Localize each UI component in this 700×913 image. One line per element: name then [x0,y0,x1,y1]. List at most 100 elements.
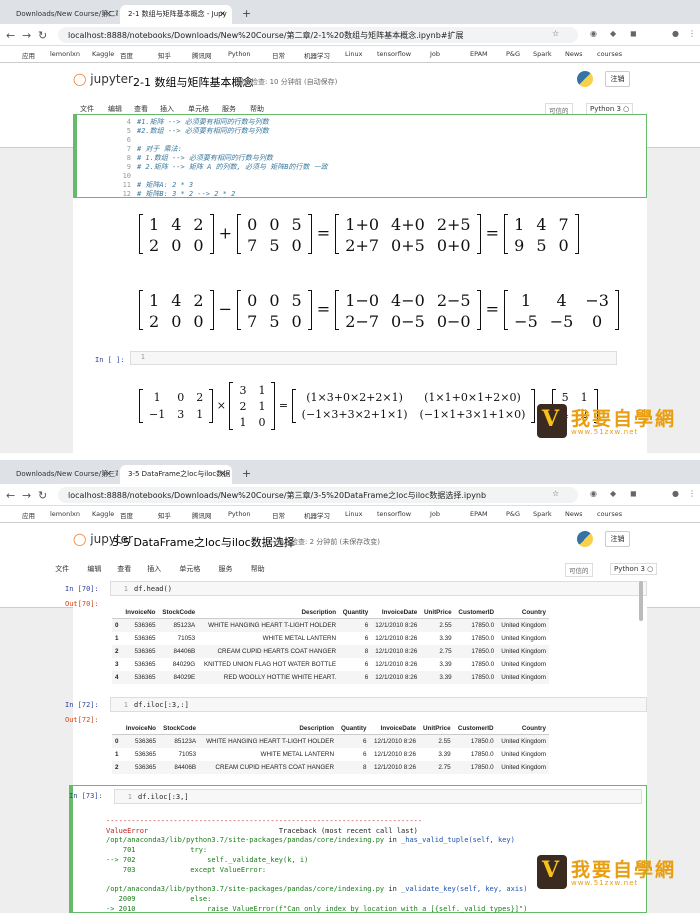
bookmark-item[interactable]: EPAM [470,510,488,518]
close-icon[interactable]: × [219,9,226,18]
bookmark-item[interactable]: Job [430,510,440,518]
menu-item[interactable]: 文件 [80,104,94,114]
table-cell: 8 [337,761,370,774]
url-field[interactable]: localhost:8888/notebooks/Downloads/New%2… [58,27,578,43]
profile-icon[interactable]: ● [672,29,679,38]
cell-prompt-in: In [70]: [65,585,99,593]
reload-icon[interactable]: ↻ [38,489,47,502]
bookmark-item[interactable]: tensorflow [377,50,411,58]
code-cell-head[interactable]: 1 df.head() [110,581,647,596]
bookmark-item[interactable]: 知乎 [158,510,171,520]
extension-icon[interactable]: ◼ [630,29,637,38]
back-icon[interactable]: ← [6,489,15,502]
bookmark-item[interactable]: 应用 [22,510,35,520]
bookmark-item[interactable]: 知乎 [158,50,171,60]
star-icon[interactable]: ☆ [552,29,559,38]
table-cell: 2 [112,761,122,774]
notebook-title[interactable]: 2-1 数组与矩阵基本概念 [133,74,253,90]
code-line: 5 #2.数组 --> 必须要有相同的行数与列数 [126,127,269,135]
close-icon[interactable]: × [219,469,226,478]
back-icon[interactable]: ← [6,29,15,42]
bookmark-item[interactable]: 机器学习 [304,50,330,60]
dataframe-output-head: InvoiceNo StockCode Description Quantity Inv… [112,607,549,684]
menu-item[interactable]: 帮助 [251,564,265,574]
bookmark-item[interactable]: News [565,510,583,518]
menu-item[interactable]: 查看 [134,104,148,114]
close-icon[interactable]: × [105,469,112,478]
browser-tab-downloads[interactable]: Downloads/New Course/第三章/× [8,465,118,484]
bookmark-item[interactable]: Job [430,50,440,58]
bookmark-item[interactable]: lemonlxn [50,50,80,58]
extension-icon[interactable]: ◉ [590,29,597,38]
column-header: Country [496,723,549,735]
logout-button[interactable]: 注销 [605,531,630,547]
browser-tab-downloads[interactable]: Downloads/New Course/第二章 × [8,5,118,24]
bookmark-item[interactable]: Linux [345,510,363,518]
bookmark-item[interactable]: 日常 [272,50,285,60]
bookmark-item[interactable]: 机器学习 [304,510,330,520]
jupyter-logo[interactable]: ◯ jupyter [73,72,133,86]
bookmark-item[interactable]: Linux [345,50,363,58]
bookmark-item[interactable]: lemonlxn [50,510,80,518]
bookmark-item[interactable]: 百度 [120,50,133,60]
menu-item[interactable]: 插入 [147,564,161,574]
new-tab-icon[interactable]: + [242,7,251,20]
profile-icon[interactable]: ● [672,489,679,498]
menu-item[interactable]: 查看 [117,564,131,574]
logout-button[interactable]: 注销 [605,71,630,87]
code-cell-iloc[interactable]: 1 df.iloc[:3,:] [110,697,647,712]
browser-tab-notebook[interactable]: 3-5 DataFrame之loc与iloc数据 × [120,465,232,484]
bookmark-item[interactable]: 应用 [22,50,35,60]
table-cell: 6 [364,635,369,642]
bookmark-item[interactable]: 百度 [120,510,133,520]
bookmark-item[interactable]: Python [228,510,251,518]
menu-item[interactable]: 文件 [55,564,69,574]
code-editor[interactable]: 4 #1.矩阵 --> 必须要有相同的行数与列数 5 #2.数组 --> 必须要有相同… [117,118,328,199]
star-icon[interactable]: ☆ [552,489,559,498]
bookmark-item[interactable]: Python [228,50,251,58]
bookmark-item[interactable]: EPAM [470,50,488,58]
bookmark-item[interactable]: Spark [533,510,552,518]
extension-icon[interactable]: ◆ [610,29,616,38]
menu-item[interactable]: 服务 [219,564,233,574]
bookmark-item[interactable]: courses [597,50,622,58]
close-icon[interactable]: × [105,9,112,18]
extension-icon[interactable]: ◉ [590,489,597,498]
bookmark-item[interactable]: News [565,50,583,58]
scrollbar[interactable] [639,581,643,621]
menu-item[interactable]: 服务 [222,104,236,114]
empty-code-cell[interactable]: 1 [130,351,617,365]
menu-item[interactable]: 编辑 [87,564,101,574]
bookmark-item[interactable]: P&G [506,50,520,58]
bookmark-item[interactable]: 日常 [272,510,285,520]
bookmark-item[interactable]: Kaggle [92,510,114,518]
kernel-indicator[interactable]: Python 3 ○ [610,563,658,575]
trusted-badge[interactable]: 可信的 [565,563,593,577]
notebook-title[interactable]: 3-5 DataFrame之loc与iloc数据选择 [112,534,295,550]
menu-item[interactable]: 帮助 [250,104,264,114]
bookmark-item[interactable]: 腾讯网 [192,50,212,60]
reload-icon[interactable]: ↻ [38,29,47,42]
more-icon[interactable]: ⋮ [688,489,696,498]
bookmark-item[interactable]: 腾讯网 [192,510,212,520]
bookmark-item[interactable]: courses [597,510,622,518]
menu-item[interactable]: 编辑 [108,104,122,114]
url-field[interactable]: localhost:8888/notebooks/Downloads/New%2… [58,487,578,503]
forward-icon[interactable]: → [22,29,31,42]
menu-item[interactable]: 单元格 [188,104,209,114]
menu-item[interactable]: 插入 [160,104,174,114]
browser-tab-notebook[interactable]: 2-1 数组与矩阵基本概念 - Jupy × [120,5,232,24]
selected-code-cell[interactable]: 4 #1.矩阵 --> 必须要有相同的行数与列数 5 #2.数组 --> 必须要有相同… [73,114,647,198]
new-tab-icon[interactable]: + [242,467,251,480]
forward-icon[interactable]: → [22,489,31,502]
bookmark-item[interactable]: P&G [506,510,520,518]
column-header: Quantity [337,723,370,735]
extension-icon[interactable]: ◼ [630,489,637,498]
bookmark-item[interactable]: tensorflow [377,510,411,518]
bookmark-item[interactable]: Spark [533,50,552,58]
code-editor[interactable]: 1 df.iloc[:3,] [114,789,642,804]
more-icon[interactable]: ⋮ [688,29,696,38]
bookmark-item[interactable]: Kaggle [92,50,114,58]
extension-icon[interactable]: ◆ [610,489,616,498]
menu-item[interactable]: 单元格 [179,564,200,574]
